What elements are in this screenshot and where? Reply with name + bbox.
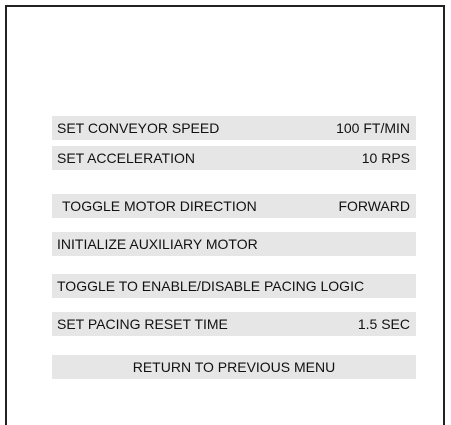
set-acceleration-item[interactable]: SET ACCELERATION 10 RPS [52, 146, 416, 170]
set-conveyor-speed-item[interactable]: SET CONVEYOR SPEED 100 FT/MIN [52, 116, 416, 140]
menu-item-value: FORWARD [338, 198, 410, 214]
set-pacing-reset-time-item[interactable]: SET PACING RESET TIME 1.5 SEC [52, 312, 416, 336]
menu-item-label: SET PACING RESET TIME [57, 316, 228, 332]
menu-item-label: INITIALIZE AUXILIARY MOTOR [57, 236, 258, 252]
initialize-auxiliary-motor-item[interactable]: INITIALIZE AUXILIARY MOTOR [52, 232, 416, 256]
menu-item-label: SET ACCELERATION [57, 150, 195, 166]
menu-item-value: 100 FT/MIN [336, 120, 410, 136]
menu-item-value: 10 RPS [361, 150, 410, 166]
menu-item-label: TOGGLE MOTOR DIRECTION [62, 198, 257, 214]
toggle-pacing-logic-item[interactable]: TOGGLE TO ENABLE/DISABLE PACING LOGIC [52, 274, 416, 298]
menu-item-label: TOGGLE TO ENABLE/DISABLE PACING LOGIC [57, 278, 365, 294]
menu-item-label: SET CONVEYOR SPEED [57, 120, 220, 136]
toggle-motor-direction-item[interactable]: TOGGLE MOTOR DIRECTION FORWARD [52, 194, 416, 218]
menu-item-value: 1.5 SEC [357, 316, 410, 332]
menu-item-label: RETURN TO PREVIOUS MENU [132, 359, 336, 375]
return-to-previous-menu-button[interactable]: RETURN TO PREVIOUS MENU [52, 355, 416, 379]
